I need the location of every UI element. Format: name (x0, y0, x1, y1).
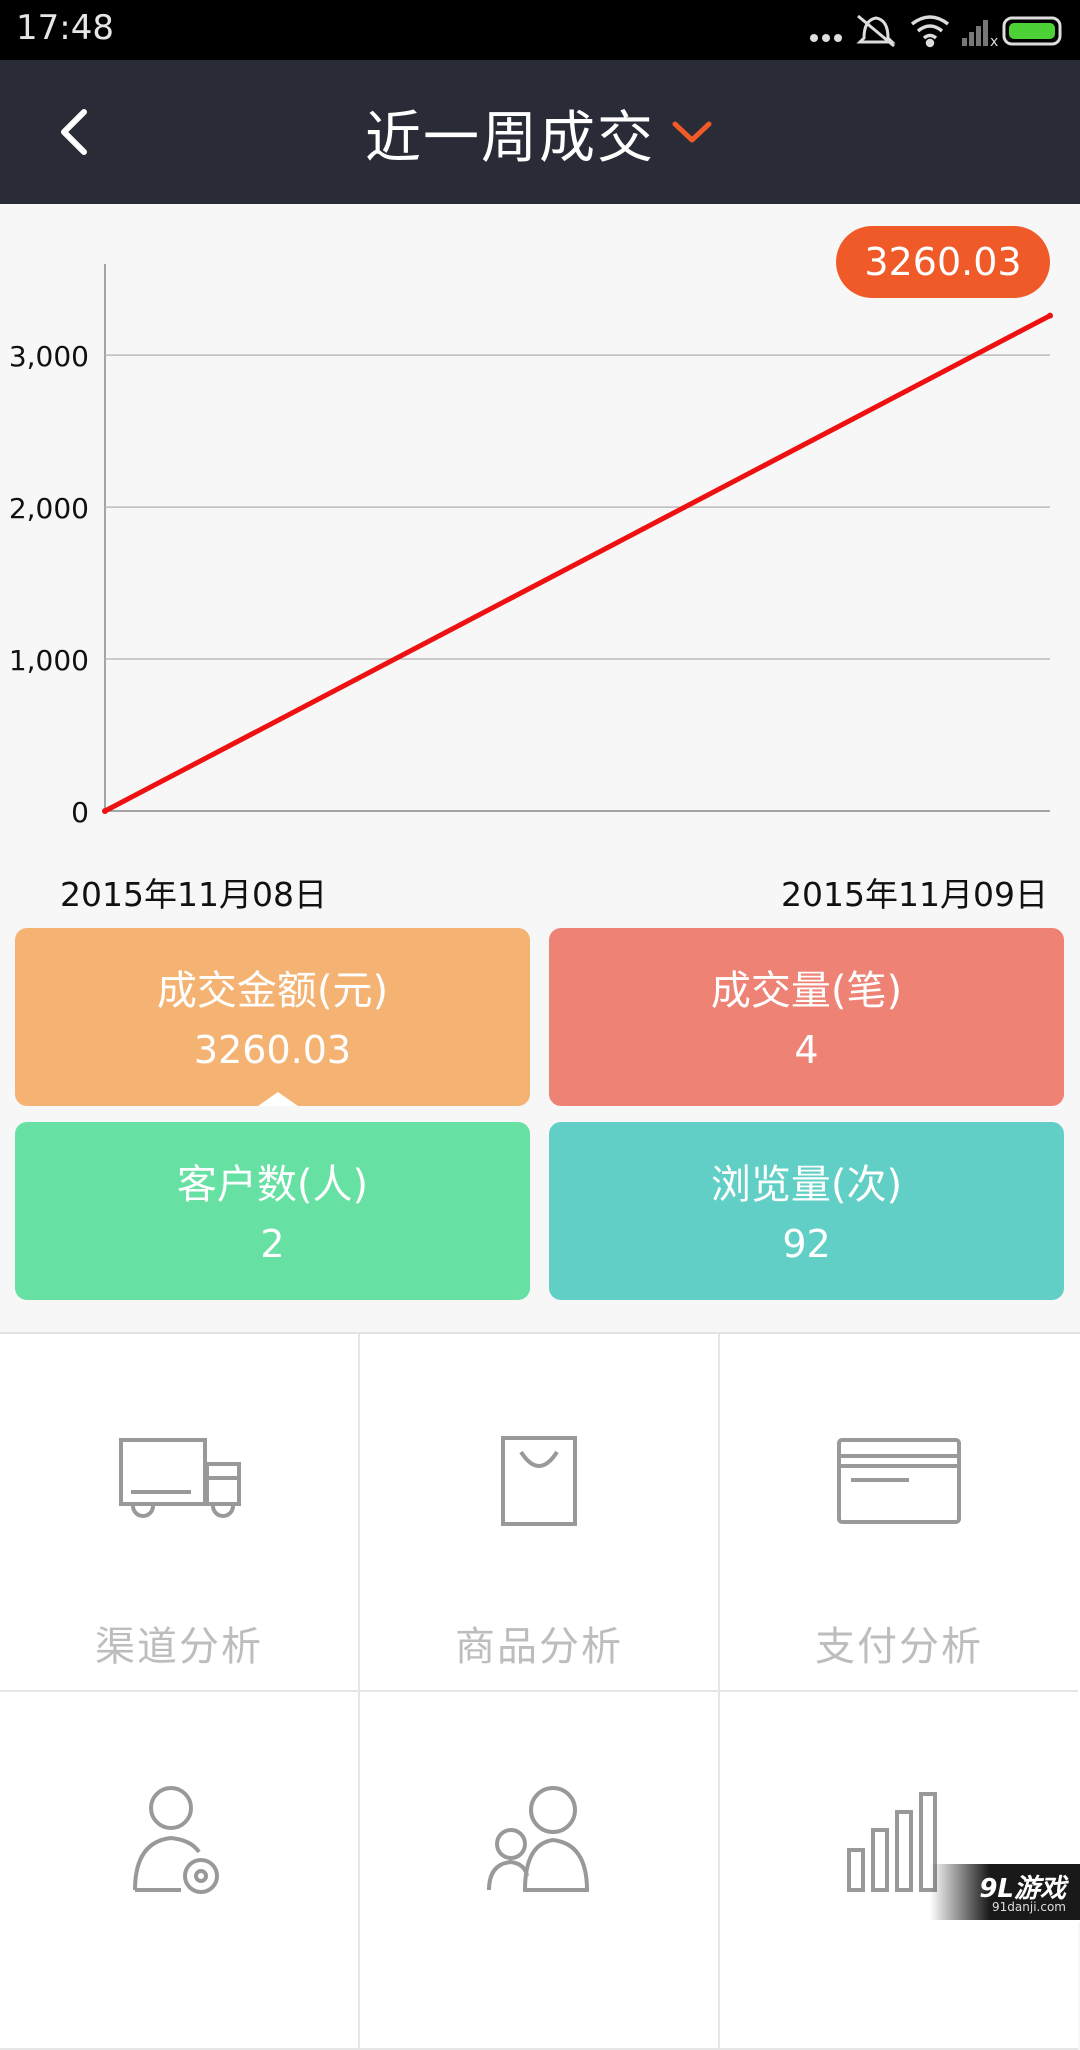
stat-label: 成交金额(元) (156, 968, 389, 1014)
x-axis-start-label: 2015年11月08日 (60, 875, 327, 914)
status-time: 17:48 (16, 8, 114, 48)
menu-payment-analysis[interactable]: 支付分析 (720, 1334, 1078, 1692)
more-dots-icon (810, 34, 842, 42)
stat-card-orders[interactable]: 成交量(笔) 4 (549, 928, 1064, 1106)
stat-label: 成交量(笔) (710, 968, 903, 1014)
status-icons: x (810, 14, 1062, 50)
mute-vibrate-icon (856, 14, 896, 48)
menu-product-analysis[interactable]: 商品分析 (360, 1334, 720, 1692)
data-point (1047, 312, 1053, 319)
stat-card-customers[interactable]: 客户数(人) 2 (15, 1122, 530, 1300)
stat-card-views[interactable]: 浏览量(次) 92 (549, 1122, 1064, 1300)
x-axis-end-label: 2015年11月09日 (781, 875, 1048, 914)
watermark-logo: 9L游戏 91danji.com (930, 1864, 1080, 1920)
signal-icon: x (962, 20, 998, 50)
data-point (102, 808, 108, 814)
truck-icon (119, 1438, 241, 1518)
stat-value: 92 (782, 1222, 831, 1266)
user-search-icon (133, 1786, 219, 1894)
watermark-sub: 91danji.com (992, 1900, 1066, 1914)
y-tick-label: 2,000 (9, 492, 89, 525)
users-icon (487, 1786, 590, 1892)
menu-member-analysis[interactable] (360, 1692, 720, 2050)
menu-channel-analysis[interactable]: 渠道分析 (0, 1334, 360, 1692)
analysis-menu: 渠道分析 商品分析 支付分析 (0, 1332, 1080, 2050)
selected-indicator (258, 1092, 298, 1106)
y-tick-label: 0 (71, 796, 89, 829)
period-selector[interactable]: 近一周成交 (0, 98, 1080, 171)
menu-label: 渠道分析 (95, 1624, 263, 1670)
stat-value: 2 (260, 1222, 285, 1266)
stat-label: 客户数(人) (176, 1162, 369, 1208)
trade-line-chart: 0 1,000 2,000 3,000 (9, 264, 1053, 829)
stat-value: 3260.03 (193, 1028, 352, 1072)
shopping-bag-icon (501, 1436, 577, 1526)
y-tick-label: 3,000 (9, 340, 89, 373)
stat-label: 浏览量(次) (710, 1162, 903, 1208)
menu-label: 支付分析 (815, 1624, 983, 1670)
menu-customer-analysis[interactable] (0, 1692, 360, 2050)
series-line (102, 313, 1053, 814)
chevron-down-icon (672, 121, 712, 143)
top-bar: 近一周成交 (0, 60, 1080, 204)
current-value-badge: 3260.03 (836, 226, 1050, 298)
svg-text:x: x (990, 34, 998, 50)
status-bar: 17:48 x (0, 0, 1080, 60)
wifi-icon (910, 15, 950, 48)
battery-icon (1002, 16, 1062, 46)
credit-card-icon (837, 1438, 961, 1524)
chart-panel: 0 1,000 2,000 3,000 (0, 204, 1080, 924)
menu-label: 商品分析 (455, 1624, 623, 1670)
stat-card-amount[interactable]: 成交金额(元) 3260.03 (15, 928, 530, 1106)
stat-value: 4 (794, 1028, 819, 1072)
y-tick-label: 1,000 (9, 644, 89, 677)
page-title: 近一周成交 (365, 105, 655, 171)
